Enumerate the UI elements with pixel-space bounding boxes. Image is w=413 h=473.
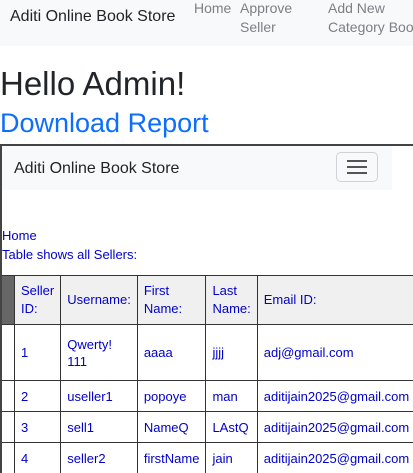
cell-email: adj@gmail.com [256,324,413,381]
nav-home-link[interactable]: Home [194,0,231,18]
cell-username: Qwerty! 111 [60,324,138,381]
row-stub [2,442,15,473]
row-stub [2,324,15,381]
hamburger-icon [347,160,367,162]
row-stub-header [2,275,15,325]
row-stub [2,380,15,412]
sellers-table: Seller ID: Username: First Name: Last Na… [2,275,413,473]
cell-username: sell1 [60,411,138,443]
table-caption: Table shows all Sellers: [2,247,138,262]
frame-home-link[interactable]: Home [2,228,37,243]
cell-last-name: man [205,380,258,412]
header-seller-id: Seller ID: [13,275,62,325]
top-navbar: Aditi Online Book Store Home Approve Sel… [0,0,413,46]
table-row: 3 sell1 NameQ LAstQ aditijain2025@gmail.… [2,411,413,443]
cell-last-name: jjjj [205,324,258,381]
cell-username: useller1 [60,380,138,412]
header-first-name: First Name: [136,275,207,325]
cell-seller-id: 1 [13,324,62,381]
hamburger-icon-bar [347,172,367,174]
cell-first-name: popoye [136,380,207,412]
header-last-name: Last Name: [205,275,258,325]
cell-email: aditijain2025@gmail.com [256,411,413,443]
cell-first-name: NameQ [136,411,207,443]
table-header-row: Seller ID: Username: First Name: Last Na… [2,275,413,325]
download-report-link[interactable]: Download Report [0,108,209,139]
nav-approve-seller-link[interactable]: Approve Seller [240,0,300,37]
cell-seller-id: 4 [13,442,62,473]
table-row: 4 seller2 firstName jain aditijain2025@g… [2,442,413,473]
table-row: 2 useller1 popoye man aditijain2025@gmai… [2,380,413,412]
header-email: Email ID: [256,275,413,325]
nav-add-category-link[interactable]: Add New Category Book [328,0,413,37]
navbar-brand[interactable]: Aditi Online Book Store [10,8,175,26]
row-stub [2,411,15,443]
cell-last-name: jain [205,442,258,473]
cell-first-name: firstName [136,442,207,473]
cell-email: aditijain2025@gmail.com [256,380,413,412]
cell-username: seller2 [60,442,138,473]
hamburger-menu-button[interactable] [336,152,378,182]
cell-first-name: aaaa [136,324,207,381]
page-heading: Hello Admin! [0,65,186,102]
table-row: 1 Qwerty! 111 aaaa jjjj adj@gmail.com [2,324,413,381]
embedded-frame: Aditi Online Book Store Home Table shows… [0,144,413,473]
cell-last-name: LAstQ [205,411,258,443]
header-username: Username: [60,275,138,325]
frame-navbar-brand[interactable]: Aditi Online Book Store [14,160,179,178]
cell-email: aditijain2025@gmail.com [256,442,413,473]
cell-seller-id: 2 [13,380,62,412]
cell-seller-id: 3 [13,411,62,443]
hamburger-icon-bar [347,166,367,168]
frame-navbar: Aditi Online Book Store [2,146,392,190]
